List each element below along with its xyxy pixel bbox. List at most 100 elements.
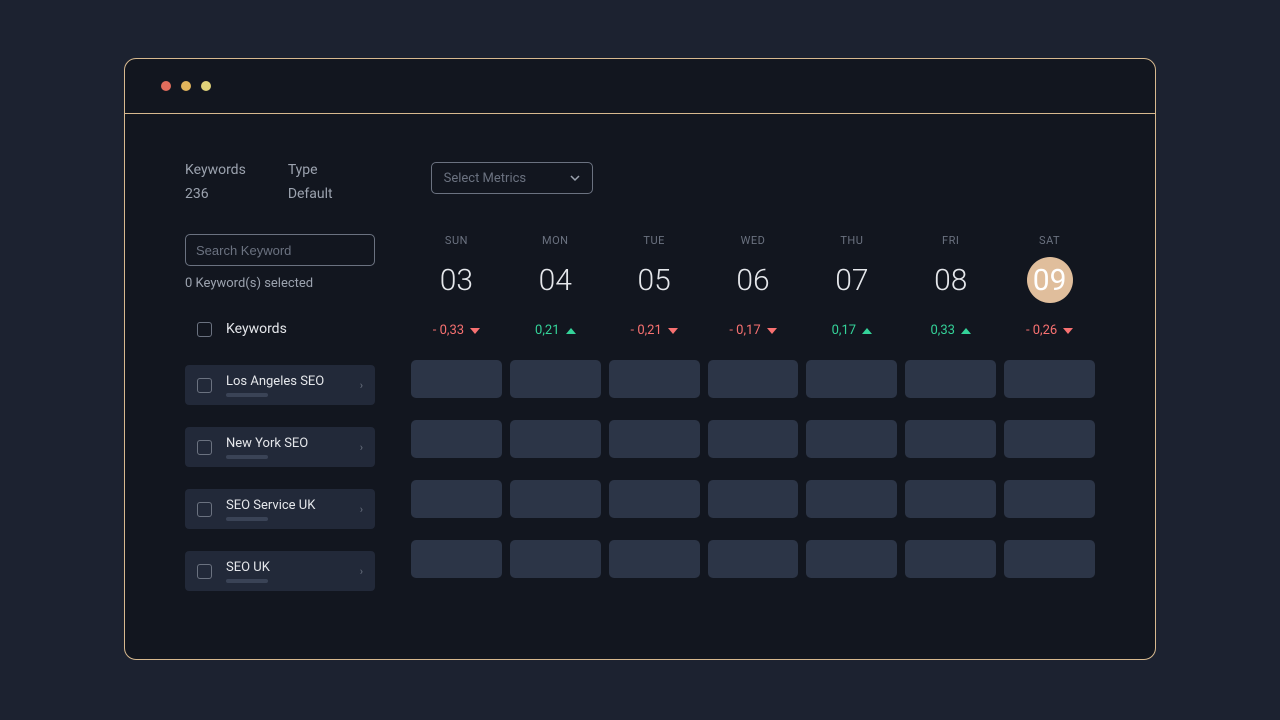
data-cell[interactable] xyxy=(609,540,700,578)
data-cell[interactable] xyxy=(708,420,799,458)
data-cell[interactable] xyxy=(411,360,502,398)
day-number: 07 xyxy=(829,257,875,303)
keyword-bar xyxy=(226,579,268,583)
keywords-column-header: Keywords xyxy=(226,321,287,337)
select-metrics-placeholder: Select Metrics xyxy=(444,171,527,186)
data-row xyxy=(411,420,1095,458)
data-cell[interactable] xyxy=(905,540,996,578)
day-number: 06 xyxy=(730,257,776,303)
search-input[interactable] xyxy=(196,243,372,258)
type-value: Default xyxy=(288,186,333,202)
delta-value: - 0,21 xyxy=(609,323,700,338)
data-row xyxy=(411,480,1095,518)
day-column[interactable]: FRI 08 xyxy=(905,234,996,303)
days-header-row: SUN 03 MON 04 TUE 05 WED 06 THU 07 FRI 0… xyxy=(411,234,1095,303)
type-meta: Type Default xyxy=(288,162,333,202)
keyword-bar xyxy=(226,393,268,397)
data-cell[interactable] xyxy=(708,540,799,578)
keyword-checkbox[interactable] xyxy=(197,440,212,455)
chevron-right-icon: › xyxy=(360,379,363,392)
keyword-name: SEO UK xyxy=(226,560,346,575)
type-label: Type xyxy=(288,162,333,178)
data-cell[interactable] xyxy=(905,420,996,458)
triangle-up-icon xyxy=(566,328,576,334)
day-abbr: MON xyxy=(542,234,569,247)
data-cell[interactable] xyxy=(806,360,897,398)
day-number: 08 xyxy=(928,257,974,303)
header-row: Keywords 236 Type Default Select Metrics xyxy=(185,162,1095,202)
select-all-checkbox[interactable] xyxy=(197,322,212,337)
keyword-row[interactable]: New York SEO › xyxy=(185,427,375,467)
day-column[interactable]: WED 06 xyxy=(708,234,799,303)
keyword-name: New York SEO xyxy=(226,436,346,451)
day-column[interactable]: MON 04 xyxy=(510,234,601,303)
keyword-name: Los Angeles SEO xyxy=(226,374,346,389)
data-cell[interactable] xyxy=(510,540,601,578)
close-dot[interactable] xyxy=(161,81,171,91)
select-metrics-dropdown[interactable]: Select Metrics xyxy=(431,162,593,194)
keyword-bar xyxy=(226,517,268,521)
day-abbr: THU xyxy=(840,234,863,247)
keyword-row[interactable]: SEO Service UK › xyxy=(185,489,375,529)
day-number: 04 xyxy=(532,257,578,303)
right-column: SUN 03 MON 04 TUE 05 WED 06 THU 07 FRI 0… xyxy=(411,234,1095,591)
keyword-checkbox[interactable] xyxy=(197,378,212,393)
triangle-up-icon xyxy=(862,328,872,334)
chevron-right-icon: › xyxy=(360,565,363,578)
day-column[interactable]: SUN 03 xyxy=(411,234,502,303)
data-cell[interactable] xyxy=(1004,540,1095,578)
delta-value: 0,21 xyxy=(510,323,601,338)
keyword-row[interactable]: Los Angeles SEO › xyxy=(185,365,375,405)
keywords-list: Los Angeles SEO › New York SEO › SEO Ser… xyxy=(185,365,375,591)
data-cell[interactable] xyxy=(411,540,502,578)
keywords-meta: Keywords 236 xyxy=(185,162,246,202)
delta-value: - 0,17 xyxy=(708,323,799,338)
data-cell[interactable] xyxy=(1004,420,1095,458)
data-cell[interactable] xyxy=(1004,360,1095,398)
day-abbr: SAT xyxy=(1039,234,1060,247)
data-cell[interactable] xyxy=(806,540,897,578)
day-number: 05 xyxy=(631,257,677,303)
left-column: 0 Keyword(s) selected Keywords Los Angel… xyxy=(185,234,375,591)
day-abbr: FRI xyxy=(942,234,959,247)
data-cell[interactable] xyxy=(510,420,601,458)
keyword-checkbox[interactable] xyxy=(197,502,212,517)
data-cell[interactable] xyxy=(708,360,799,398)
triangle-down-icon xyxy=(1063,328,1073,334)
data-cell[interactable] xyxy=(510,360,601,398)
data-cell[interactable] xyxy=(411,480,502,518)
data-cell[interactable] xyxy=(510,480,601,518)
day-abbr: SUN xyxy=(445,234,468,247)
minimize-dot[interactable] xyxy=(181,81,191,91)
delta-row: - 0,330,21- 0,21- 0,170,170,33- 0,26 xyxy=(411,323,1095,338)
data-cell[interactable] xyxy=(806,420,897,458)
data-cell[interactable] xyxy=(411,420,502,458)
keyword-bar xyxy=(226,455,268,459)
day-number: 09 xyxy=(1027,257,1073,303)
data-row xyxy=(411,360,1095,398)
data-cell[interactable] xyxy=(609,480,700,518)
keyword-checkbox[interactable] xyxy=(197,564,212,579)
day-abbr: WED xyxy=(741,234,766,247)
triangle-down-icon xyxy=(767,328,777,334)
titlebar xyxy=(125,59,1155,114)
data-cell[interactable] xyxy=(1004,480,1095,518)
data-cell[interactable] xyxy=(708,480,799,518)
keyword-name: SEO Service UK xyxy=(226,498,346,513)
day-column[interactable]: TUE 05 xyxy=(609,234,700,303)
data-cell[interactable] xyxy=(905,480,996,518)
data-cell[interactable] xyxy=(806,480,897,518)
keyword-row[interactable]: SEO UK › xyxy=(185,551,375,591)
data-cell[interactable] xyxy=(609,420,700,458)
chevron-right-icon: › xyxy=(360,441,363,454)
data-row xyxy=(411,540,1095,578)
data-cell[interactable] xyxy=(905,360,996,398)
data-cell[interactable] xyxy=(609,360,700,398)
delta-value: 0,33 xyxy=(905,323,996,338)
search-box[interactable] xyxy=(185,234,375,266)
app-window: Keywords 236 Type Default Select Metrics… xyxy=(124,58,1156,660)
day-column[interactable]: SAT 09 xyxy=(1004,234,1095,303)
chevron-right-icon: › xyxy=(360,503,363,516)
maximize-dot[interactable] xyxy=(201,81,211,91)
day-column[interactable]: THU 07 xyxy=(806,234,897,303)
